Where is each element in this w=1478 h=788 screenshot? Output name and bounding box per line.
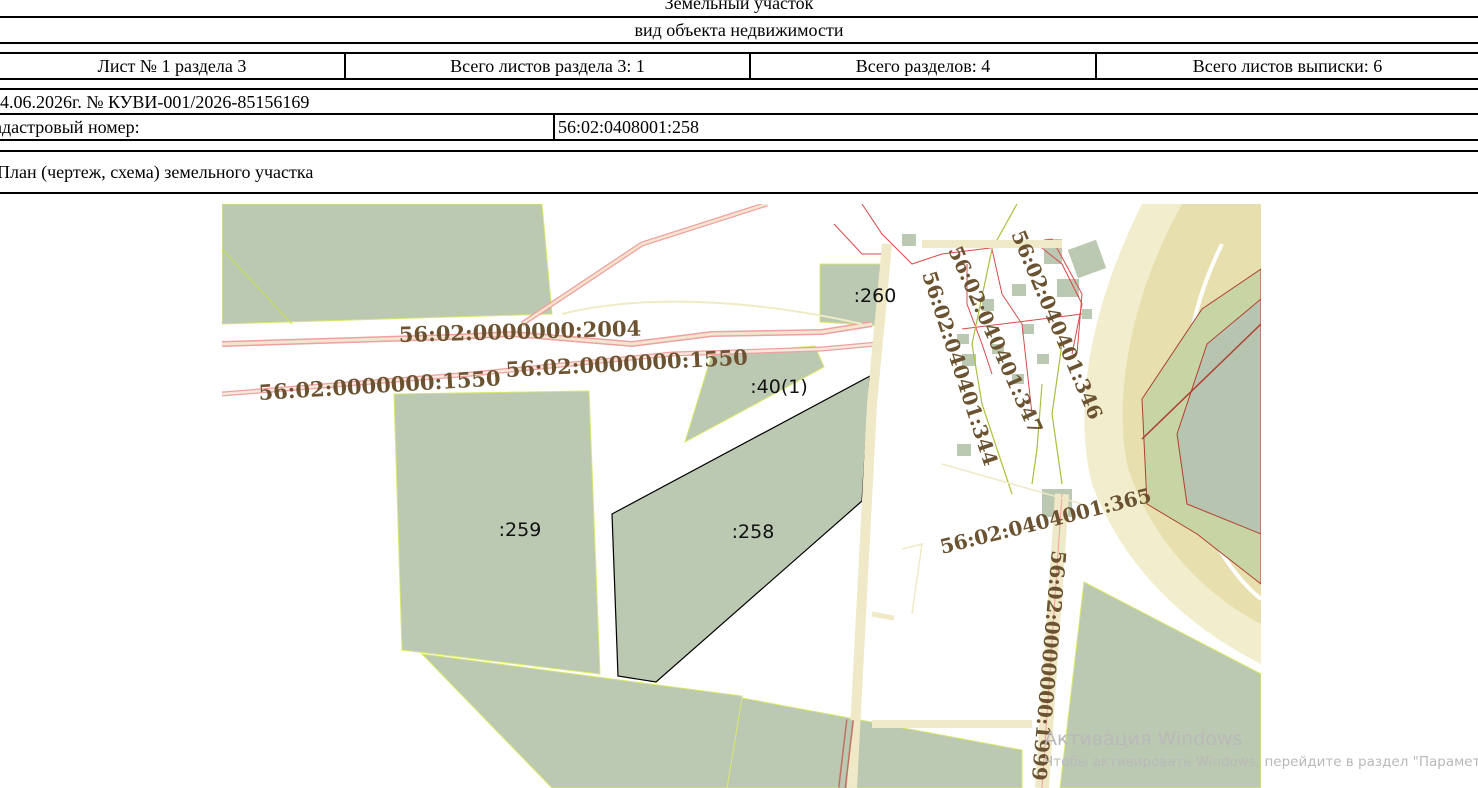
divider	[553, 113, 555, 140]
date-number: 4.06.2026г. № КУВИ-001/2026-85156169	[0, 91, 310, 112]
sheet-info-row: Лист № 1 раздела 3 Всего листов раздела …	[0, 54, 1478, 78]
plan-title: План (чертеж, схема) земельного участка	[0, 162, 314, 182]
divider	[749, 52, 751, 80]
sheets-total: Всего листов выписки: 6	[1192, 56, 1383, 76]
sheets-in-section: Всего листов раздела 3: 1	[450, 56, 645, 76]
divider	[0, 139, 1478, 141]
windows-activation-watermark: Активация Windows Чтобы активировать Win…	[1044, 728, 1478, 770]
parcel-top-left	[222, 204, 553, 325]
cadastral-label: адастровый номер:	[0, 117, 140, 137]
sheet-number: Лист № 1 раздела 3	[97, 56, 247, 76]
cadastral-value: 56:02:0408001:258	[558, 117, 700, 137]
object-type: Земельный участок	[664, 0, 814, 13]
watermark-title: Активация Windows	[1044, 728, 1243, 750]
divider	[0, 78, 1478, 80]
divider	[0, 42, 1478, 44]
date-number-row: 4.06.2026г. № КУВИ-001/2026-85156169	[0, 90, 1478, 113]
divider	[344, 52, 346, 80]
object-type-caption: вид объекта недвижимости	[634, 20, 844, 40]
parcel-259	[393, 390, 601, 675]
parcel-label-259: :259	[499, 519, 542, 541]
object-type-row: Земельный участок	[0, 0, 1478, 16]
sections-total: Всего разделов: 4	[855, 56, 991, 76]
parcel-label-258: :258	[732, 521, 775, 543]
parcel-label-260: :260	[854, 285, 897, 307]
parcel-plan-map: :260 :40(1) :259 :258 56:02:0000000:2004…	[222, 204, 1261, 788]
divider	[0, 192, 1478, 194]
divider	[1095, 52, 1097, 80]
cadastral-row: адастровый номер: 56:02:0408001:258	[0, 115, 1478, 139]
object-type-caption-row: вид объекта недвижимости	[0, 18, 1478, 42]
map-svg: :260 :40(1) :259 :258 56:02:0000000:2004…	[222, 204, 1261, 788]
plan-title-row: План (чертеж, схема) земельного участка	[0, 152, 1478, 192]
watermark-subtitle: Чтобы активировать Windows, перейдите в …	[1044, 754, 1478, 770]
parcel-label-40-1: :40(1)	[750, 376, 808, 398]
